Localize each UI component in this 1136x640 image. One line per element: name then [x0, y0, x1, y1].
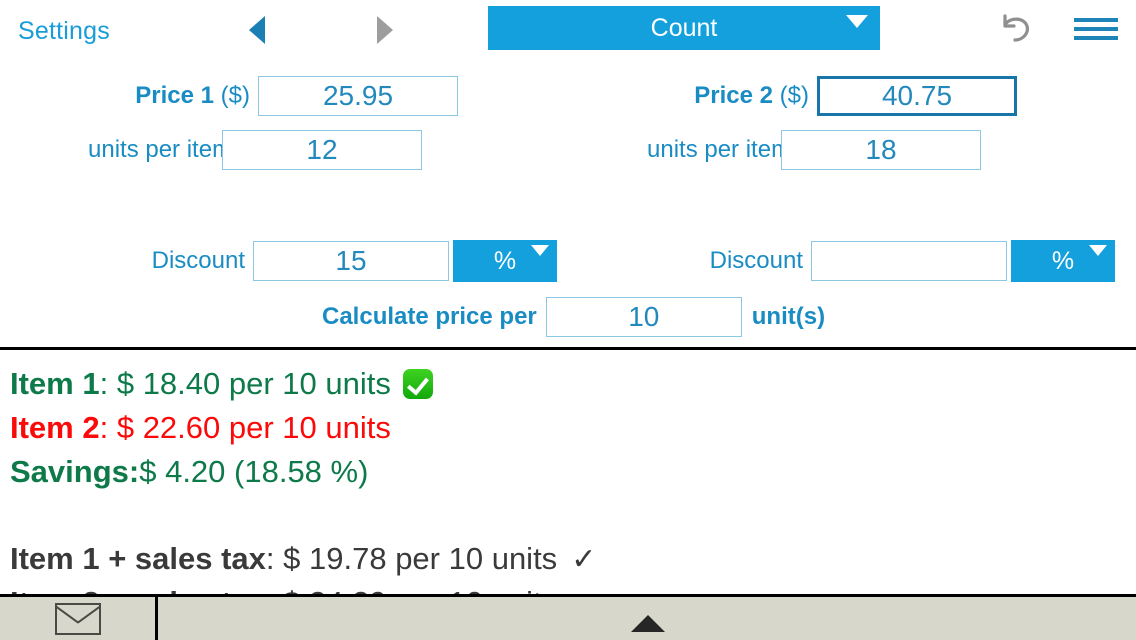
- result-item2-text: : $ 22.60 per 10 units: [99, 410, 391, 445]
- calculate-per-suffix: unit(s): [751, 303, 826, 330]
- price1-label-bold: Price 1: [135, 82, 214, 109]
- green-check-badge-icon: [402, 369, 433, 399]
- caret-down-icon: [531, 245, 549, 256]
- hamburger-bar: [1074, 18, 1118, 22]
- result-item1-tax-name: Item 1 + sales tax: [10, 541, 266, 576]
- caret-down-icon: [846, 15, 868, 28]
- price1-row: Price 1 ($) 25.95: [124, 76, 458, 116]
- discount2-label: Discount: [709, 247, 803, 274]
- calculate-per-label: Calculate price per: [322, 303, 537, 330]
- hamburger-menu-icon[interactable]: [1074, 18, 1118, 40]
- triangle-left-icon[interactable]: [249, 16, 265, 44]
- result-item2-tax: Item 2 + sales tax: $ 24.29 per 10 units: [10, 585, 557, 594]
- result-item1-name: Item 1: [10, 366, 100, 401]
- bottom-toolbar: [0, 594, 1136, 640]
- input-form: Price 1 ($) 25.95 units per item 12 Pric…: [0, 60, 1136, 348]
- results-panel: Item 1: $ 18.40 per 10 units Item 2: $ 2…: [0, 350, 1136, 594]
- calculate-per-input[interactable]: 10: [545, 297, 742, 337]
- undo-arrow-icon[interactable]: [996, 12, 1034, 46]
- hamburger-bar: [1074, 27, 1118, 31]
- discount2-unit-dropdown[interactable]: %: [1011, 240, 1115, 282]
- price1-input[interactable]: 25.95: [258, 76, 458, 116]
- result-item1-tax-text: : $ 19.78 per 10 units: [265, 541, 558, 576]
- result-item1: Item 1: $ 18.40 per 10 units: [10, 366, 433, 402]
- result-savings-name: Savings:: [10, 454, 140, 489]
- result-item1-tax: Item 1 + sales tax: $ 19.78 per 10 units…: [10, 541, 596, 577]
- price2-label-bold: Price 2: [694, 82, 773, 109]
- mail-button[interactable]: [0, 597, 158, 640]
- calculate-per-row: Calculate price per 10 unit(s): [322, 297, 825, 337]
- result-item1-text: : $ 18.40 per 10 units: [99, 366, 391, 401]
- price1-label: Price 1 ($): [124, 82, 250, 110]
- discount1-row: Discount 15 %: [145, 240, 557, 282]
- triangle-up-icon[interactable]: [631, 615, 665, 632]
- units2-label: units per item: [647, 136, 792, 163]
- mode-dropdown-button[interactable]: Count: [488, 6, 880, 50]
- units1-row: units per item 12: [88, 130, 422, 170]
- price2-label: Price 2 ($): [683, 82, 809, 110]
- units2-row: units per item 18: [647, 130, 981, 170]
- envelope-icon: [54, 602, 101, 635]
- hamburger-bar: [1074, 36, 1118, 40]
- discount2-input[interactable]: [811, 241, 1007, 281]
- price2-row: Price 2 ($) 40.75: [683, 76, 1017, 116]
- caret-down-icon: [1089, 245, 1107, 256]
- check-mark-icon: ✓: [571, 542, 597, 576]
- result-item2: Item 2: $ 22.60 per 10 units: [10, 410, 391, 446]
- triangle-right-icon[interactable]: [377, 16, 393, 44]
- units1-label: units per item: [88, 136, 233, 163]
- discount2-unit-label: %: [1051, 246, 1075, 275]
- units1-input[interactable]: 12: [222, 130, 422, 170]
- result-item2-name: Item 2: [10, 410, 100, 445]
- discount1-unit-dropdown[interactable]: %: [453, 240, 557, 282]
- discount1-label: Discount: [151, 247, 245, 274]
- mode-dropdown-label: Count: [650, 13, 718, 42]
- price1-label-unit: ($): [214, 82, 250, 109]
- app-header: Settings Count: [0, 0, 1136, 60]
- settings-link[interactable]: Settings: [18, 17, 110, 46]
- units2-input[interactable]: 18: [781, 130, 981, 170]
- price2-input[interactable]: 40.75: [817, 76, 1017, 116]
- price2-label-unit: ($): [773, 82, 809, 109]
- result-item2-tax-text: : $ 24.29 per 10 units: [266, 585, 557, 594]
- discount1-unit-label: %: [493, 246, 517, 275]
- result-savings: Savings: $ 4.20 (18.58 %): [10, 454, 368, 490]
- result-item2-tax-name: Item 2 + sales tax: [10, 585, 266, 594]
- discount1-input[interactable]: 15: [253, 241, 449, 281]
- discount2-row: Discount %: [703, 240, 1115, 282]
- result-savings-text: $ 4.20 (18.58 %): [139, 454, 369, 489]
